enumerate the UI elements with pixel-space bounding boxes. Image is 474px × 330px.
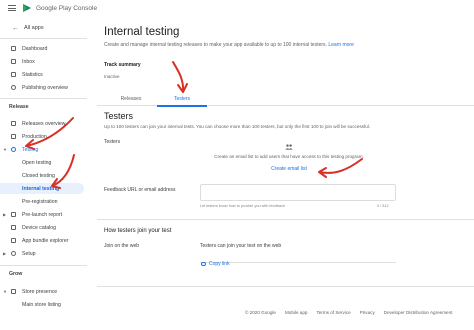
sidebar-item-store-presence[interactable]: ▼ Store presence xyxy=(0,286,87,297)
menu-icon[interactable] xyxy=(8,5,16,11)
sidebar-item-label: Internal testing xyxy=(22,185,60,192)
create-email-list-link[interactable]: Create email list xyxy=(257,166,321,172)
sidebar-item-label: Device catalog xyxy=(22,224,57,231)
bar-chart-icon xyxy=(11,72,16,77)
sidebar-item-setup[interactable]: ▶ Setup xyxy=(0,248,87,259)
chevron-down-icon: ▼ xyxy=(3,147,7,152)
sidebar-item-label: Testing xyxy=(22,146,39,153)
sidebar-item-label: Publishing overview xyxy=(22,84,68,91)
sidebar-item-label: Statistics xyxy=(22,71,43,78)
sidebar-item-releases-overview[interactable]: Releases overview xyxy=(0,118,87,129)
sidebar-item-label: Open testing xyxy=(22,159,52,166)
play-console-logo-icon xyxy=(23,4,31,12)
sidebar-item-inbox[interactable]: Inbox xyxy=(0,56,87,67)
people-icon xyxy=(285,144,293,150)
sidebar-item-open-testing[interactable]: Open testing xyxy=(0,157,87,168)
feedback-hint: Let testers know how to provide you with… xyxy=(200,204,285,208)
production-icon xyxy=(11,134,16,139)
sidebar-item-label: App bundle explorer xyxy=(22,237,69,244)
testing-icon xyxy=(11,147,16,152)
inbox-icon xyxy=(11,59,16,64)
footer-mobile-app-link[interactable]: Mobile app xyxy=(285,310,307,315)
all-apps-label: All apps xyxy=(24,25,44,31)
tab-testers[interactable]: Testers xyxy=(157,92,207,107)
sidebar-item-label: Releases overview xyxy=(22,120,66,127)
subtitle-text: Create and manage internal testing relea… xyxy=(104,42,327,48)
sidebar-divider xyxy=(0,38,87,39)
sidebar-item-label: Pre-launch report xyxy=(22,211,63,218)
all-apps-link[interactable]: ← All apps xyxy=(0,22,87,34)
copy-link-label: Copy link xyxy=(209,261,230,267)
join-on-web-description: Testers can join your test on the web xyxy=(200,243,282,249)
grow-section-label: Grow xyxy=(9,271,23,277)
sidebar-item-label: Store presence xyxy=(22,288,58,295)
page-title: Internal testing xyxy=(104,26,180,38)
footer: © 2020 Google Mobile app Terms of Servic… xyxy=(245,310,452,315)
empty-email-list-message: Create an email list to add users that h… xyxy=(214,154,364,159)
sidebar-item-label: Setup xyxy=(22,250,36,257)
sidebar-item-dashboard[interactable]: Dashboard xyxy=(0,43,87,54)
link-icon xyxy=(201,262,206,266)
sidebar-item-label: Closed testing xyxy=(22,172,55,179)
back-arrow-icon: ← xyxy=(12,24,19,32)
store-icon xyxy=(11,289,16,294)
footer-copyright: © 2020 Google xyxy=(245,310,276,315)
report-icon xyxy=(11,212,16,217)
sidebar-item-publishing-overview[interactable]: Publishing overview xyxy=(0,82,87,93)
sidebar-item-label: Production xyxy=(22,133,47,140)
publishing-icon xyxy=(11,85,16,90)
sidebar-item-device-catalog[interactable]: Device catalog xyxy=(0,222,87,233)
sidebar-item-pre-launch-report[interactable]: ▶ Pre-launch report xyxy=(0,209,87,220)
chevron-right-icon: ▶ xyxy=(3,212,7,217)
learn-more-link[interactable]: Learn more xyxy=(328,42,354,48)
chevron-down-icon: ▼ xyxy=(3,289,7,294)
join-on-web-label: Join on the web xyxy=(104,243,140,249)
releases-icon xyxy=(11,121,16,126)
footer-divider xyxy=(97,286,474,287)
chevron-right-icon: ▶ xyxy=(3,251,7,256)
track-summary-value: Inactive xyxy=(104,74,120,79)
gear-icon xyxy=(11,251,16,256)
sidebar-item-label: Main store listing xyxy=(22,301,61,308)
section-divider xyxy=(97,219,474,220)
sidebar-item-testing[interactable]: ▼ Testing xyxy=(0,144,87,155)
sidebar-divider xyxy=(0,98,87,99)
page-subtitle: Create and manage internal testing relea… xyxy=(104,42,354,48)
feedback-url-input[interactable] xyxy=(200,184,396,201)
feedback-char-count: 0 / 512 xyxy=(377,204,389,208)
device-icon xyxy=(11,225,16,230)
brand-name: Google Play Console xyxy=(36,4,98,12)
sidebar-item-production[interactable]: Production xyxy=(0,131,87,142)
sidebar-item-pre-registration[interactable]: Pre-registration xyxy=(0,196,87,207)
tab-releases[interactable]: Releases xyxy=(105,92,157,106)
sidebar-item-closed-testing[interactable]: Closed testing xyxy=(0,170,87,181)
footer-terms-link[interactable]: Terms of Service xyxy=(316,310,350,315)
dashboard-icon xyxy=(11,46,16,51)
sidebar-item-label: Pre-registration xyxy=(22,198,58,205)
top-bar: Google Play Console xyxy=(0,0,474,16)
sidebar-item-main-store-listing[interactable]: Main store listing xyxy=(0,299,87,310)
feedback-field-label: Feedback URL or email address xyxy=(104,187,176,193)
footer-dda-link[interactable]: Developer Distribution Agreement xyxy=(384,310,453,315)
tab-bar: Releases Testers xyxy=(97,92,474,107)
testers-field-label: Testers xyxy=(104,139,121,145)
track-summary-label: Track summary xyxy=(104,62,141,68)
release-section-label: Release xyxy=(9,104,29,110)
sidebar-item-statistics[interactable]: Statistics xyxy=(0,69,87,80)
footer-privacy-link[interactable]: Privacy xyxy=(360,310,375,315)
bundle-icon xyxy=(11,238,16,243)
sidebar-item-app-bundle-explorer[interactable]: App bundle explorer xyxy=(0,235,87,246)
sidebar-item-label: Inbox xyxy=(22,58,35,65)
testers-section-title: Testers xyxy=(104,111,134,121)
sidebar-item-internal-testing[interactable]: Internal testing xyxy=(0,183,84,194)
testers-description: Up to 100 testers can join your internal… xyxy=(104,124,371,129)
copy-link-button[interactable]: Copy link xyxy=(201,261,230,267)
sidebar: ← All apps Dashboard Inbox Statistics Pu… xyxy=(0,16,87,330)
sidebar-item-label: Dashboard xyxy=(22,45,48,52)
sidebar-divider xyxy=(0,265,87,266)
main-content: Internal testing Create and manage inter… xyxy=(97,16,474,330)
how-testers-join-title: How testers join your test xyxy=(104,228,172,234)
